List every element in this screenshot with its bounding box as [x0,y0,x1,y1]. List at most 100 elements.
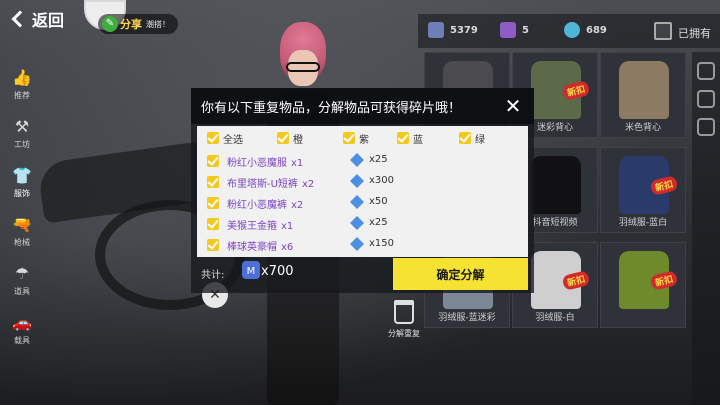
item-name: 布里塔斯-U短裤 x2 [227,175,314,190]
filter-checkbox[interactable] [343,132,355,144]
item-name: 米色背心 [624,123,661,133]
item-checkbox[interactable] [207,176,219,188]
sidebar-item[interactable]: 👍 推荐 [0,60,44,109]
back-button[interactable]: 返回 [10,8,64,30]
diamond-icon [564,22,580,38]
item-name: 羽绒服-白 [535,313,575,323]
item-quantity: x2 [291,200,304,211]
filter-tool-icon[interactable] [697,62,715,80]
sidebar-item-label: 服饰 [14,188,30,198]
vehicle-icon: 🚗 [12,313,32,332]
shard-currency: 5379 [428,22,478,38]
character-glasses [286,62,320,72]
shard-reward: x300 [369,175,395,186]
filter-label: 全选 [223,135,243,146]
item-name-text: 粉红小恶魔裤 [227,200,287,211]
share-sub-label: 潮搭！ [146,19,170,29]
filter-checkbox[interactable] [459,132,471,144]
category-sidebar: 👍 推荐 ⚒ 工坊 👕 服饰 🔫 枪械 ☂ 道具 🚗 载具 [0,60,44,354]
diamond-balance: 689 [586,24,607,36]
item-tile[interactable]: 米色背心 [600,52,686,138]
filter-label: 橙 [293,135,303,146]
item-tile[interactable]: 新扣 羽绒服-蓝白 [600,147,686,233]
gear-icon[interactable] [697,90,715,108]
item-name-text: 美猴王金箍 [227,221,277,232]
item-name: 羽绒服-蓝白 [618,218,668,228]
duplicate-item-row: 布里塔斯-U短裤 x2 x300 [197,171,528,192]
owned-filter-checkbox[interactable] [654,22,672,40]
filter-label: 紫 [359,135,369,146]
sidebar-item[interactable]: ⚒ 工坊 [0,109,44,158]
decompose-duplicates-button[interactable]: 分解重复 [384,300,424,339]
shard-reward: x150 [369,238,395,249]
sidebar-item-label: 推荐 [14,90,30,100]
duplicate-items-panel: 全选 橙 紫 蓝 绿 粉红小恶魔服 x1 x25 布里塔斯-U短裤 x2 x300 粉红小恶魔裤 x2… [197,126,528,257]
item-name-text: 粉红小恶魔服 [227,158,287,169]
shard-icon [428,22,444,38]
shard-icon [350,195,364,209]
item-quantity: x1 [291,158,304,169]
coupon-icon [500,22,516,38]
sidebar-item-label: 道具 [14,286,30,296]
filter-checkbox[interactable] [397,132,409,144]
shard-balance: 5379 [450,24,478,36]
coupon-currency: 5 [500,22,529,38]
sidebar-item[interactable]: 🚗 载具 [0,305,44,354]
total-label: 共计: [201,270,225,281]
owned-filter-label: 已拥有 [678,27,711,40]
filter-checkbox[interactable] [277,132,289,144]
filter-label: 蓝 [413,135,423,146]
share-icon: ✎ [102,16,118,32]
svg-text:M: M [247,266,256,277]
item-thumbnail [619,61,669,119]
decompose-duplicates-label: 分解重复 [388,329,420,338]
rarity-filter-row: 全选 橙 紫 蓝 绿 [197,126,528,150]
parachute-icon: ☂ [14,264,30,283]
sidebar-item[interactable]: 🔫 枪械 [0,207,44,256]
thumbs-up-icon: 👍 [12,68,32,87]
item-checkbox[interactable] [207,218,219,230]
shard-reward: x25 [369,154,388,165]
clothes-icon: 👕 [12,166,32,185]
duplicate-item-row: 棒球英豪帽 x6 x150 [197,234,528,255]
shard-icon [350,237,364,251]
item-quantity: x1 [281,221,294,232]
toolbox-icon: ⚒ [14,117,30,136]
sidebar-item-label: 枪械 [14,237,30,247]
confirm-decompose-button[interactable]: 确定分解 [393,258,528,290]
filter-checkbox[interactable] [207,132,219,144]
sidebar-item-label: 工坊 [14,139,30,149]
sidebar-item[interactable]: ☂ 道具 [0,256,44,305]
shard-icon: M [242,261,260,279]
item-checkbox[interactable] [207,239,219,251]
filter-label: 绿 [475,135,485,146]
diamond-currency: 689 [564,22,607,38]
item-checkbox[interactable] [207,155,219,167]
back-arrow-icon [11,10,29,28]
share-button[interactable]: ✎ 分享 潮搭！ [98,14,178,34]
shard-icon [350,153,364,167]
shard-reward: x50 [369,196,388,207]
item-tile[interactable]: 新扣 [600,242,686,328]
currency-bar: 5379 5 689 [418,14,720,48]
shard-icon [350,216,364,230]
right-tool-strip [692,52,720,405]
dialog-close-icon[interactable]: ✕ [501,94,525,118]
coupon-balance: 5 [522,24,529,36]
duplicate-item-row: 粉红小恶魔服 x1 x25 [197,150,528,171]
back-label: 返回 [32,11,65,30]
item-name: 粉红小恶魔裤 x2 [227,196,303,211]
sidebar-item[interactable]: 👕 服饰 [0,158,44,207]
item-name-text: 棒球英豪帽 [227,242,277,253]
dialog-title: 你有以下重复物品，分解物品可获得碎片哦！ [201,101,462,116]
item-name: 棒球英豪帽 x6 [227,238,293,253]
item-name: 美猴王金箍 x1 [227,217,293,232]
shard-icon [350,174,364,188]
wardrobe-icon[interactable] [697,118,715,136]
item-name-text: 布里塔斯-U短裤 [227,179,298,190]
item-name: 粉红小恶魔服 x1 [227,154,303,169]
total-shards-value: x700 [261,264,294,279]
item-name: 羽绒服-蓝迷彩 [438,313,496,323]
item-quantity: x6 [281,242,294,253]
item-checkbox[interactable] [207,197,219,209]
